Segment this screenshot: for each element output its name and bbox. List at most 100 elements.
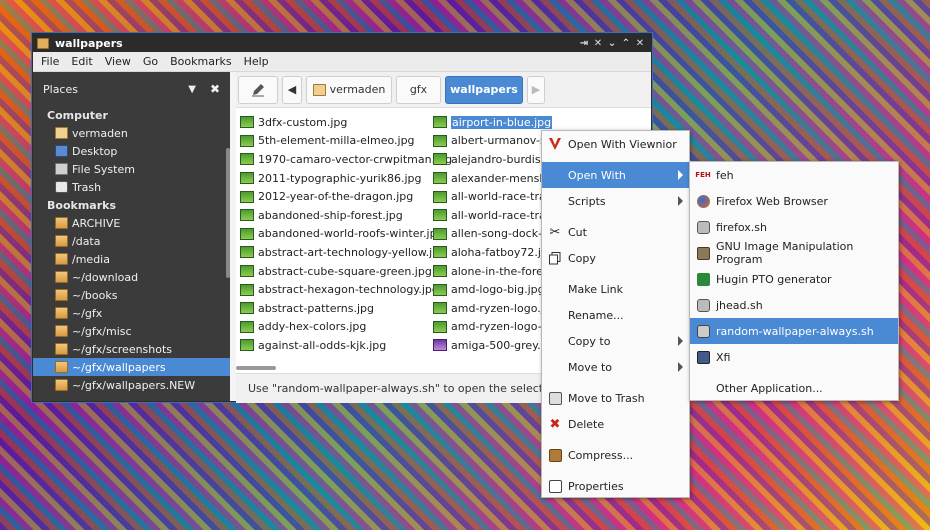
menu-file[interactable]: File: [35, 55, 65, 68]
file-item[interactable]: 5th-element-milla-elmeo.jpg: [240, 132, 452, 151]
image-thumbnail-icon: [433, 227, 447, 240]
sidebar-item-vermaden[interactable]: vermaden: [33, 124, 230, 142]
sidebar-item-bookmark[interactable]: ARCHIVE: [33, 214, 230, 232]
file-item[interactable]: 2011-typographic-yurik86.jpg: [240, 169, 452, 188]
archive-icon: [542, 448, 568, 462]
sidebar-item-bookmark-selected[interactable]: ~/gfx/wallpapers: [33, 358, 230, 376]
file-list-scrollbar[interactable]: [236, 366, 276, 370]
pin-icon[interactable]: ⇥: [577, 38, 591, 49]
sidebar-item-bookmark[interactable]: ~/gfx/wallpapers.NEW: [33, 376, 230, 394]
file-item[interactable]: abstract-art-technology-yellow.jpg: [240, 243, 452, 262]
menu-go[interactable]: Go: [137, 55, 164, 68]
image-thumbnail-icon: [433, 116, 447, 129]
menu-item-make-link[interactable]: Make Link: [542, 276, 689, 302]
chevron-down-icon[interactable]: ▼: [188, 84, 196, 95]
copy-icon: [542, 251, 568, 265]
menu-edit[interactable]: Edit: [65, 55, 98, 68]
image-thumbnail-icon: [240, 116, 254, 129]
sidebar-item-label: ~/gfx/wallpapers: [72, 360, 166, 374]
image-thumbnail-icon: [240, 320, 254, 333]
sidebar-item-label: /media: [72, 252, 110, 266]
file-item[interactable]: abandoned-world-roofs-winter.jpg: [240, 225, 452, 244]
edit-path-button[interactable]: [238, 75, 278, 104]
file-item[interactable]: abstract-hexagon-technology.jpg: [240, 280, 452, 299]
sidebar-item-bookmark[interactable]: ~/download: [33, 268, 230, 286]
sidebar-item-trash[interactable]: Trash: [33, 178, 230, 196]
close-small-icon[interactable]: ✕: [591, 38, 605, 49]
menu-item-rename[interactable]: Rename...: [542, 302, 689, 328]
sidebar-item-bookmark[interactable]: /data: [33, 232, 230, 250]
menu-item-delete[interactable]: ✖ Delete: [542, 411, 689, 437]
folder-icon: [55, 289, 68, 301]
submenu-arrow-icon: [678, 170, 683, 180]
image-thumbnail-icon: [240, 153, 254, 166]
menu-item-open-with-viewnior[interactable]: Open With Viewnior: [542, 131, 689, 157]
file-item[interactable]: abstract-patterns.jpg: [240, 299, 452, 318]
crumb-gfx[interactable]: gfx: [396, 75, 441, 104]
folder-icon: [55, 343, 68, 355]
file-item[interactable]: 2012-year-of-the-dragon.jpg: [240, 187, 452, 206]
path-back-button[interactable]: ◀: [282, 75, 302, 104]
file-item[interactable]: against-all-odds-kjk.jpg: [240, 336, 452, 355]
sidebar-scrollbar[interactable]: [226, 148, 230, 278]
minimize-icon[interactable]: ⌄: [605, 38, 619, 49]
menu-item-copy-to[interactable]: Copy to: [542, 328, 689, 354]
app-item-other-application[interactable]: Other Application...: [690, 375, 898, 401]
sidebar-item-label: ~/gfx/misc: [72, 324, 132, 338]
crumb-wallpapers[interactable]: wallpapers: [445, 75, 523, 104]
close-sidebar-icon[interactable]: ✖: [210, 82, 220, 96]
image-thumbnail-icon: [433, 265, 447, 278]
app-item-jhead-sh[interactable]: jhead.sh: [690, 292, 898, 318]
sidebar-item-bookmark[interactable]: /media: [33, 250, 230, 268]
file-item[interactable]: addy-hex-colors.jpg: [240, 318, 452, 337]
menu-item-scripts[interactable]: Scripts: [542, 188, 689, 214]
close-icon[interactable]: ✕: [633, 38, 647, 49]
maximize-icon[interactable]: ⌃: [619, 38, 633, 49]
app-item-firefox[interactable]: Firefox Web Browser: [690, 188, 898, 214]
app-item-hugin[interactable]: Hugin PTO generator: [690, 266, 898, 292]
crumb-label: vermaden: [329, 83, 386, 96]
menu-bookmarks[interactable]: Bookmarks: [164, 55, 237, 68]
menu-item-copy[interactable]: Copy: [542, 245, 689, 271]
crumb-label: gfx: [409, 83, 428, 96]
folder-icon: [55, 235, 68, 247]
file-item[interactable]: abandoned-ship-forest.jpg: [240, 206, 452, 225]
file-item[interactable]: abstract-cube-square-green.jpg: [240, 262, 452, 281]
path-toolbar: ◀ vermaden gfx wallpapers ▶: [236, 72, 651, 108]
file-item[interactable]: 3dfx-custom.jpg: [240, 113, 452, 132]
sidebar-item-file-system[interactable]: File System: [33, 160, 230, 178]
menu-view[interactable]: View: [99, 55, 137, 68]
title-bar[interactable]: wallpapers ⇥ ✕ ⌄ ⌃ ✕: [33, 34, 651, 52]
menu-item-compress[interactable]: Compress...: [542, 442, 689, 468]
path-forward-button[interactable]: ▶: [527, 75, 545, 104]
folder-icon: [55, 271, 68, 283]
crumb-vermaden[interactable]: vermaden: [306, 75, 392, 104]
sidebar-item-bookmark[interactable]: ~/gfx/misc: [33, 322, 230, 340]
folder-icon: [55, 325, 68, 337]
app-item-gimp[interactable]: GNU Image Manipulation Program: [690, 240, 898, 266]
app-item-xfi[interactable]: Xfi: [690, 344, 898, 370]
app-item-random-wallpaper-always-sh[interactable]: random-wallpaper-always.sh: [690, 318, 898, 344]
sidebar-item-label: File System: [72, 162, 135, 176]
chevron-right-icon: ▶: [531, 83, 541, 96]
menu-item-move-to[interactable]: Move to: [542, 354, 689, 380]
sidebar-item-bookmark[interactable]: ~/books: [33, 286, 230, 304]
image-thumbnail-icon: [240, 190, 254, 203]
sidebar-item-desktop[interactable]: Desktop: [33, 142, 230, 160]
sidebar-item-label: ~/gfx/screenshots: [72, 342, 173, 356]
sidebar-item-bookmark[interactable]: ~/gfx/screenshots: [33, 340, 230, 358]
image-thumbnail-icon: [240, 227, 254, 240]
menu-item-move-to-trash[interactable]: Move to Trash: [542, 385, 689, 411]
file-item-selected[interactable]: airport-in-blue.jpg: [433, 113, 562, 132]
sidebar-item-label: ~/download: [72, 270, 139, 284]
app-item-firefox-sh[interactable]: firefox.sh: [690, 214, 898, 240]
menu-item-properties[interactable]: Properties: [542, 473, 689, 499]
app-item-feh[interactable]: FEH feh: [690, 162, 898, 188]
file-item[interactable]: 1970-camaro-vector-crwpitman.jpg: [240, 150, 452, 169]
folder-icon: [55, 217, 68, 229]
menu-item-open-with[interactable]: Open With: [542, 162, 689, 188]
sidebar-item-bookmark[interactable]: ~/gfx: [33, 304, 230, 322]
menu-help[interactable]: Help: [238, 55, 275, 68]
firefox-icon: [690, 194, 716, 208]
menu-item-cut[interactable]: ✂ Cut: [542, 219, 689, 245]
